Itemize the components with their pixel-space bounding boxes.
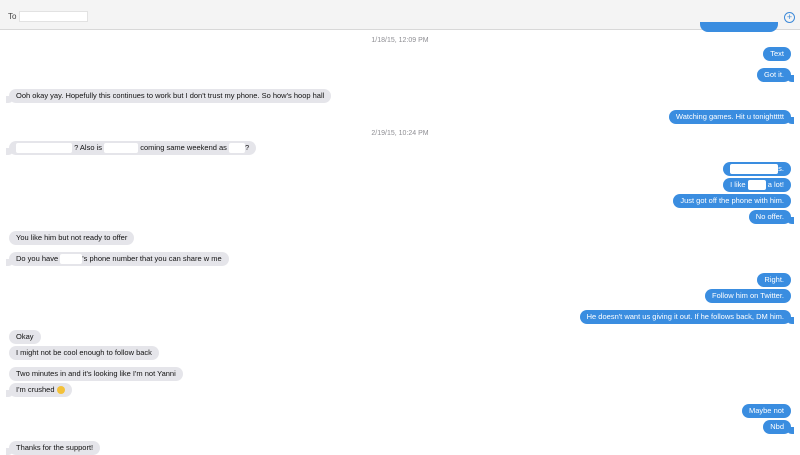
outgoing-message[interactable]: Follow him on Twitter. (705, 289, 791, 303)
incoming-message[interactable]: Thanks for the support! (5, 441, 101, 455)
redacted-name (730, 164, 779, 175)
redacted-name (104, 143, 139, 154)
conversation-header: To + (0, 0, 800, 30)
timestamp: 2/19/15, 10:24 PM (371, 130, 429, 137)
disappointed-face-emoji (56, 386, 65, 395)
outgoing-message[interactable]: s. (723, 162, 791, 176)
message-text: ? Also is (74, 143, 103, 152)
add-recipient-button[interactable]: + (784, 12, 795, 23)
message-text: No offer. (755, 212, 784, 221)
message-text: 's phone number that you can share w me (82, 254, 222, 263)
outgoing-message[interactable]: Right. (757, 273, 791, 287)
to-label: To (8, 12, 17, 21)
redacted-name (229, 143, 246, 154)
incoming-message[interactable]: Two minutes in and it's looking like I'm… (9, 367, 183, 381)
outgoing-message[interactable]: He doesn't want us giving it out. If he … (579, 310, 795, 324)
redacted-name (16, 143, 72, 154)
previous-message-bubble (700, 22, 778, 32)
message-text: s. (778, 164, 784, 173)
message-text: Follow him on Twitter. (712, 291, 784, 300)
message-text: Thanks for the support! (16, 443, 94, 452)
incoming-message[interactable]: Okay (9, 330, 41, 344)
redacted-name (747, 180, 766, 191)
message-thread[interactable]: 1/18/15, 12:09 PM Text Got it. Ooh okay … (0, 22, 800, 455)
incoming-message[interactable]: ? Also is coming same weekend as ? (5, 141, 257, 155)
message-text: Just got off the phone with him. (680, 196, 784, 205)
message-text: Text (770, 49, 784, 58)
message-text: He doesn't want us giving it out. If he … (586, 312, 784, 321)
message-text: Okay (16, 332, 34, 341)
message-text: Ooh okay yay. Hopefully this continues t… (16, 91, 325, 100)
incoming-message[interactable]: I might not be cool enough to follow bac… (9, 346, 159, 360)
outgoing-message[interactable]: I like a lot! (723, 178, 791, 192)
message-text: coming same weekend as (140, 143, 227, 152)
message-text: Two minutes in and it's looking like I'm… (16, 369, 176, 378)
message-text: a lot! (767, 180, 784, 189)
message-text: Got it. (763, 70, 784, 79)
outgoing-message[interactable]: Just got off the phone with him. (673, 194, 791, 208)
message-text: You like him but not ready to offer (16, 233, 128, 242)
message-text: I'm crushed (16, 385, 55, 394)
recipient-field[interactable] (19, 11, 88, 22)
message-text: Right. (764, 275, 784, 284)
outgoing-message[interactable]: Text (763, 47, 791, 61)
incoming-message[interactable]: You like him but not ready to offer (9, 231, 135, 245)
timestamp: 1/18/15, 12:09 PM (371, 37, 429, 44)
message-text: Nbd (770, 422, 784, 431)
message-text: Maybe not (748, 406, 784, 415)
message-text: Do you have (16, 254, 59, 263)
incoming-message[interactable]: Do you have 's phone number that you can… (6, 252, 229, 266)
message-text: I might not be cool enough to follow bac… (16, 348, 152, 357)
message-text: Watching games. Hit u tonighttttt (675, 112, 784, 121)
redacted-name (60, 254, 83, 265)
outgoing-message[interactable]: Got it. (756, 68, 795, 82)
outgoing-message[interactable]: Watching games. Hit u tonighttttt (668, 110, 795, 124)
outgoing-message[interactable]: Maybe not (741, 404, 791, 418)
outgoing-message[interactable]: No offer. (748, 210, 795, 224)
message-text: ? (245, 143, 250, 152)
plus-circle-icon: + (786, 12, 793, 22)
incoming-message[interactable]: Ooh okay yay. Hopefully this continues t… (5, 89, 332, 103)
incoming-message[interactable]: I'm crushed (6, 383, 72, 397)
outgoing-message[interactable]: Nbd (763, 420, 794, 434)
message-text: I like (730, 180, 746, 189)
